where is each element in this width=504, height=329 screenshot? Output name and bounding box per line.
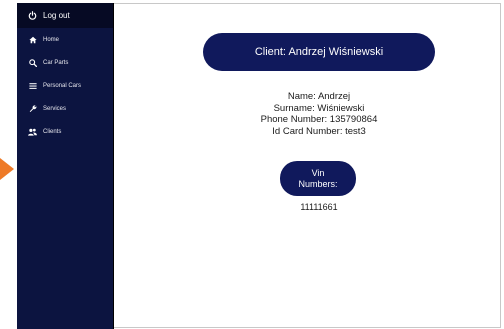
home-icon bbox=[28, 35, 37, 44]
search-icon bbox=[28, 58, 37, 67]
sidebar-item-personal-cars[interactable]: Personal Cars bbox=[17, 74, 113, 97]
sidebar-item-label: Car Parts bbox=[43, 59, 69, 66]
sidebar-item-home[interactable]: Home bbox=[17, 28, 113, 51]
logout-button[interactable]: Log out bbox=[17, 3, 113, 28]
power-icon bbox=[28, 11, 37, 20]
client-header-title: Client: Andrzej Wiśniewski bbox=[254, 46, 384, 58]
vin-numbers-button[interactable]: Vin Numbers: bbox=[280, 161, 356, 196]
wrench-icon bbox=[28, 104, 37, 113]
sidebar: Log out Home Car Parts Personal Cars Ser… bbox=[17, 3, 114, 329]
list-icon bbox=[28, 81, 37, 90]
vin-number-value: 11111661 bbox=[300, 202, 338, 212]
logout-label: Log out bbox=[43, 11, 70, 20]
users-icon bbox=[28, 127, 37, 136]
pointer-arrow-icon bbox=[0, 158, 14, 180]
client-detail-panel: Client: Andrzej Wiśniewski Name: Andrzej… bbox=[114, 3, 501, 328]
client-surname: Surname: Wiśniewski bbox=[273, 102, 365, 114]
sidebar-item-label: Clients bbox=[43, 128, 62, 135]
page: Log out Home Car Parts Personal Cars Ser… bbox=[0, 0, 504, 329]
sidebar-item-label: Home bbox=[43, 36, 60, 43]
sidebar-item-label: Services bbox=[43, 105, 67, 112]
client-name: Name: Andrzej bbox=[287, 91, 351, 102]
vin-label-line2: Numbers: bbox=[298, 178, 338, 189]
sidebar-item-clients[interactable]: Clients bbox=[17, 120, 113, 143]
client-details: Name: Andrzej Surname: Wiśniewski Phone … bbox=[114, 91, 504, 137]
client-phone: Phone Number: 135790864 bbox=[260, 114, 378, 125]
client-header-badge: Client: Andrzej Wiśniewski bbox=[203, 33, 435, 71]
sidebar-item-car-parts[interactable]: Car Parts bbox=[17, 51, 113, 74]
sidebar-item-label: Personal Cars bbox=[43, 82, 82, 89]
sidebar-item-services[interactable]: Services bbox=[17, 97, 113, 120]
client-id-card: Id Card Number: test3 bbox=[272, 125, 366, 137]
vin-label-line1: Vin bbox=[311, 167, 325, 178]
